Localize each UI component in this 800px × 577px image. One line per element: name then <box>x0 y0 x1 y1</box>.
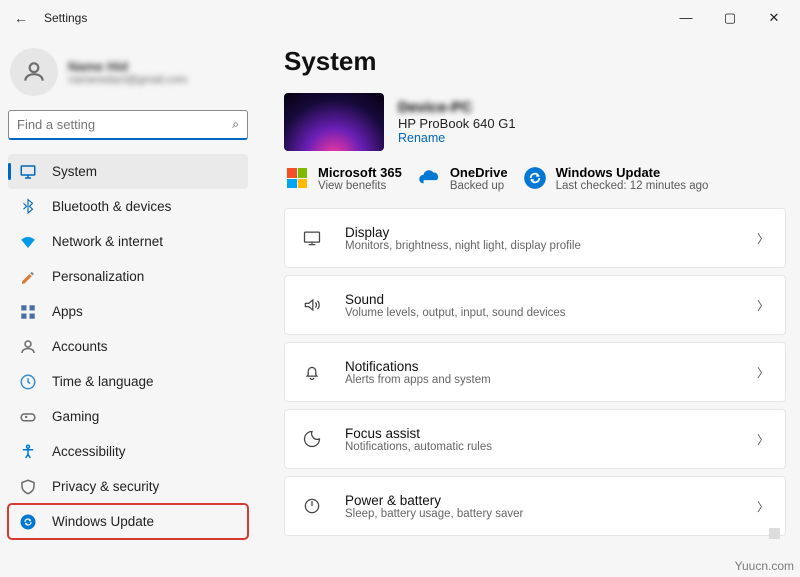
personalization-icon <box>18 267 38 287</box>
bell-icon <box>301 361 323 383</box>
card-power[interactable]: Power & batterySleep, battery usage, bat… <box>284 476 786 536</box>
sidebar-item-label: System <box>52 164 97 179</box>
network-icon <box>18 232 38 252</box>
sidebar-item-gaming[interactable]: Gaming <box>8 399 248 434</box>
card-focus[interactable]: Focus assistNotifications, automatic rul… <box>284 409 786 469</box>
card-desc: Volume levels, output, input, sound devi… <box>345 307 757 319</box>
bluetooth-icon <box>18 197 38 217</box>
sidebar-item-privacy[interactable]: Privacy & security <box>8 469 248 504</box>
chevron-right-icon: 〉 <box>757 498 769 515</box>
tile-sub: Last checked: 12 minutes ago <box>556 180 709 192</box>
close-button[interactable]: ✕ <box>752 10 796 26</box>
power-icon <box>301 495 323 517</box>
card-sound[interactable]: SoundVolume levels, output, input, sound… <box>284 275 786 335</box>
search-icon: ⌕ <box>232 117 239 132</box>
sound-icon <box>301 294 323 316</box>
sidebar-item-apps[interactable]: Apps <box>8 294 248 329</box>
update-icon <box>18 512 38 532</box>
tile-update[interactable]: Windows UpdateLast checked: 12 minutes a… <box>522 165 709 192</box>
device-thumbnail <box>284 93 384 151</box>
sidebar-item-system[interactable]: System <box>8 154 248 189</box>
device-name: Device-PC <box>398 99 516 116</box>
card-desc: Sleep, battery usage, battery saver <box>345 508 757 520</box>
card-title: Notifications <box>345 359 757 374</box>
sidebar-item-label: Network & internet <box>52 234 163 249</box>
search-box[interactable]: ⌕ <box>8 110 248 140</box>
sidebar-item-label: Bluetooth & devices <box>52 199 171 214</box>
tile-sub: Backed up <box>450 180 508 192</box>
scrollbar-block <box>769 528 780 539</box>
sidebar-item-label: Gaming <box>52 409 99 424</box>
sidebar-item-personalization[interactable]: Personalization <box>8 259 248 294</box>
profile-email: nameredact@gmail.com <box>68 74 187 86</box>
card-desc: Alerts from apps and system <box>345 374 757 386</box>
rename-link[interactable]: Rename <box>398 131 516 145</box>
sidebar-item-network[interactable]: Network & internet <box>8 224 248 259</box>
device-model: HP ProBook 640 G1 <box>398 116 516 131</box>
card-notifications[interactable]: NotificationsAlerts from apps and system… <box>284 342 786 402</box>
sidebar-item-label: Windows Update <box>52 514 154 529</box>
sidebar-item-time[interactable]: Time & language <box>8 364 248 399</box>
focus-icon <box>301 428 323 450</box>
card-title: Focus assist <box>345 426 757 441</box>
card-title: Power & battery <box>345 493 757 508</box>
update-circle-icon <box>522 165 548 191</box>
chevron-right-icon: 〉 <box>757 364 769 381</box>
privacy-icon <box>18 477 38 497</box>
watermark: Yuucn.com <box>735 559 794 573</box>
profile[interactable]: Name Hid nameredact@gmail.com <box>10 48 248 96</box>
nav-list: System Bluetooth & devices Network & int… <box>8 154 248 539</box>
chevron-right-icon: 〉 <box>757 297 769 314</box>
gaming-icon <box>18 407 38 427</box>
card-desc: Notifications, automatic rules <box>345 441 757 453</box>
sidebar-item-label: Accessibility <box>52 444 126 459</box>
accessibility-icon <box>18 442 38 462</box>
tile-label: Microsoft 365 <box>318 165 402 180</box>
page-title: System <box>284 46 786 77</box>
card-title: Display <box>345 225 757 240</box>
apps-icon <box>18 302 38 322</box>
sidebar: Name Hid nameredact@gmail.com ⌕ System B… <box>0 36 256 577</box>
accounts-icon <box>18 337 38 357</box>
tile-label: Windows Update <box>556 165 709 180</box>
titlebar: ← Settings — ▢ ✕ <box>0 0 800 36</box>
card-desc: Monitors, brightness, night light, displ… <box>345 240 757 252</box>
status-tiles: Microsoft 365View benefits OneDriveBacke… <box>284 165 786 192</box>
search-input[interactable] <box>17 117 232 132</box>
m365-icon <box>284 165 310 191</box>
avatar <box>10 48 58 96</box>
chevron-right-icon: 〉 <box>757 431 769 448</box>
time-icon <box>18 372 38 392</box>
window-controls: — ▢ ✕ <box>664 10 796 26</box>
onedrive-icon <box>416 165 442 191</box>
system-icon <box>18 162 38 182</box>
sidebar-item-label: Accounts <box>52 339 108 354</box>
tile-onedrive[interactable]: OneDriveBacked up <box>416 165 508 192</box>
card-title: Sound <box>345 292 757 307</box>
back-button[interactable]: ← <box>4 10 38 26</box>
tile-sub: View benefits <box>318 180 402 192</box>
sidebar-item-accessibility[interactable]: Accessibility <box>8 434 248 469</box>
device-info: Device-PC HP ProBook 640 G1 Rename <box>284 93 786 151</box>
sidebar-item-accounts[interactable]: Accounts <box>8 329 248 364</box>
main-panel: System Device-PC HP ProBook 640 G1 Renam… <box>256 36 800 577</box>
sidebar-item-label: Time & language <box>52 374 154 389</box>
sidebar-item-bluetooth[interactable]: Bluetooth & devices <box>8 189 248 224</box>
sidebar-item-label: Apps <box>52 304 83 319</box>
card-display[interactable]: DisplayMonitors, brightness, night light… <box>284 208 786 268</box>
settings-cards: DisplayMonitors, brightness, night light… <box>284 208 786 536</box>
tile-m365[interactable]: Microsoft 365View benefits <box>284 165 402 192</box>
display-icon <box>301 227 323 249</box>
sidebar-item-label: Personalization <box>52 269 144 284</box>
chevron-right-icon: 〉 <box>757 230 769 247</box>
profile-name: Name Hid <box>68 59 187 74</box>
minimize-button[interactable]: — <box>664 10 708 26</box>
sidebar-item-update[interactable]: Windows Update <box>8 504 248 539</box>
tile-label: OneDrive <box>450 165 508 180</box>
app-title: Settings <box>44 11 87 25</box>
sidebar-item-label: Privacy & security <box>52 479 159 494</box>
maximize-button[interactable]: ▢ <box>708 10 752 26</box>
